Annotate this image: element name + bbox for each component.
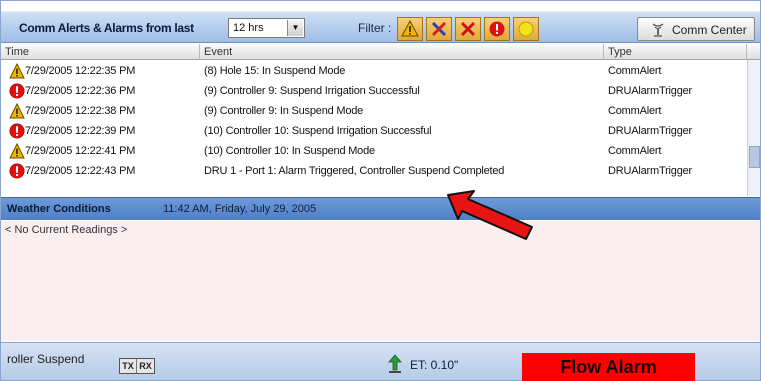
- alerts-title: Comm Alerts & Alarms from last: [19, 21, 194, 35]
- blue-x-icon: [431, 21, 447, 37]
- status-text: roller Suspend: [7, 352, 85, 366]
- cell-type: CommAlert: [608, 145, 662, 157]
- tx-rx-indicator: TX RX: [119, 358, 155, 374]
- info-filter-button[interactable]: [513, 17, 539, 41]
- red-x-icon: [460, 21, 476, 37]
- cell-time: 7/29/2005 12:22:43 PM: [25, 165, 136, 177]
- cell-event: (9) Controller 9: Suspend Irrigation Suc…: [204, 85, 420, 97]
- column-header-event[interactable]: Event: [200, 44, 604, 60]
- cell-time: 7/29/2005 12:22:35 PM: [25, 65, 136, 77]
- alerts-toolbar: Comm Alerts & Alarms from last 12 hrs ▼ …: [1, 11, 760, 43]
- weather-timestamp: 11:42 AM, Friday, July 29, 2005: [163, 203, 317, 215]
- cell-event: DRU 1 - Port 1: Alarm Triggered, Control…: [204, 165, 505, 177]
- red-arrow-annotation: [447, 190, 533, 240]
- table-row[interactable]: 7/29/2005 12:22:35 PM (8) Hole 15: In Sus…: [1, 61, 746, 81]
- alert-filter-button[interactable]: [397, 17, 423, 41]
- weather-readings-panel: < No Current Readings >: [1, 221, 760, 341]
- cell-type: DRUAlarmTrigger: [608, 85, 692, 97]
- grid-header: Time Event Type: [1, 44, 760, 60]
- cell-type: DRUAlarmTrigger: [608, 165, 692, 177]
- cell-time: 7/29/2005 12:22:39 PM: [25, 125, 136, 137]
- status-bar: roller Suspend TX RX ET: 0.10" Flow Alarm: [1, 342, 760, 381]
- et-gauge-icon: [388, 354, 402, 373]
- cell-time: 7/29/2005 12:22:36 PM: [25, 85, 136, 97]
- column-header-time[interactable]: Time: [1, 44, 200, 60]
- table-row[interactable]: 7/29/2005 12:22:43 PM DRU 1 - Port 1: Ala…: [1, 161, 746, 181]
- antenna-icon: [652, 23, 664, 37]
- table-row[interactable]: 7/29/2005 12:22:38 PM (9) Controller 9: I…: [1, 101, 746, 121]
- chevron-down-icon[interactable]: ▼: [287, 20, 303, 36]
- cell-type: CommAlert: [608, 105, 662, 117]
- yellow-circle-icon: [518, 21, 534, 37]
- cell-event: (10) Controller 10: Suspend Irrigation S…: [204, 125, 432, 137]
- comm-error-filter-button[interactable]: [426, 17, 452, 41]
- cell-time: 7/29/2005 12:22:41 PM: [25, 145, 136, 157]
- alerts-grid: Time Event Type 7/29/2005 12:22:35 PM (8)…: [1, 44, 760, 196]
- time-range-select[interactable]: 12 hrs ▼: [228, 18, 305, 38]
- scrollbar-thumb[interactable]: [749, 146, 760, 168]
- comm-alerts-window: Comm Alerts & Alarms from last 12 hrs ▼ …: [0, 0, 761, 381]
- red-exclamation-icon: [489, 21, 505, 37]
- warning-triangle-icon: [9, 103, 25, 119]
- et-value: ET: 0.10": [410, 358, 459, 372]
- cell-event: (10) Controller 10: In Suspend Mode: [204, 145, 375, 157]
- table-row[interactable]: 7/29/2005 12:22:39 PM (10) Controller 10:…: [1, 121, 746, 141]
- tx-indicator: TX: [120, 359, 137, 373]
- flow-alarm-indicator[interactable]: Flow Alarm: [522, 353, 695, 381]
- time-range-value: 12 hrs: [233, 22, 264, 34]
- column-header-type[interactable]: Type: [604, 44, 747, 60]
- red-exclamation-icon: [9, 123, 25, 139]
- no-readings-text: < No Current Readings >: [5, 224, 128, 236]
- rx-indicator: RX: [139, 361, 152, 371]
- cell-event: (8) Hole 15: In Suspend Mode: [204, 65, 346, 77]
- cell-time: 7/29/2005 12:22:38 PM: [25, 105, 136, 117]
- cell-type: CommAlert: [608, 65, 662, 77]
- table-row[interactable]: 7/29/2005 12:22:36 PM (9) Controller 9: S…: [1, 81, 746, 101]
- warning-triangle-icon: [9, 143, 25, 159]
- weather-title: Weather Conditions: [7, 203, 111, 215]
- cell-event: (9) Controller 9: In Suspend Mode: [204, 105, 364, 117]
- comm-center-label: Comm Center: [672, 23, 747, 37]
- grid-scrollbar[interactable]: [747, 60, 760, 196]
- weather-bar: Weather Conditions 11:42 AM, Friday, Jul…: [1, 197, 760, 220]
- alarm-filter-button[interactable]: [484, 17, 510, 41]
- error-filter-button[interactable]: [455, 17, 481, 41]
- warning-triangle-icon: [9, 63, 25, 79]
- filter-label: Filter :: [358, 21, 392, 35]
- comm-center-button[interactable]: Comm Center: [637, 17, 755, 41]
- cell-type: DRUAlarmTrigger: [608, 125, 692, 137]
- table-row[interactable]: 7/29/2005 12:22:41 PM (10) Controller 10:…: [1, 141, 746, 161]
- red-exclamation-icon: [9, 83, 25, 99]
- warning-triangle-icon: [401, 20, 419, 37]
- red-exclamation-icon: [9, 163, 25, 179]
